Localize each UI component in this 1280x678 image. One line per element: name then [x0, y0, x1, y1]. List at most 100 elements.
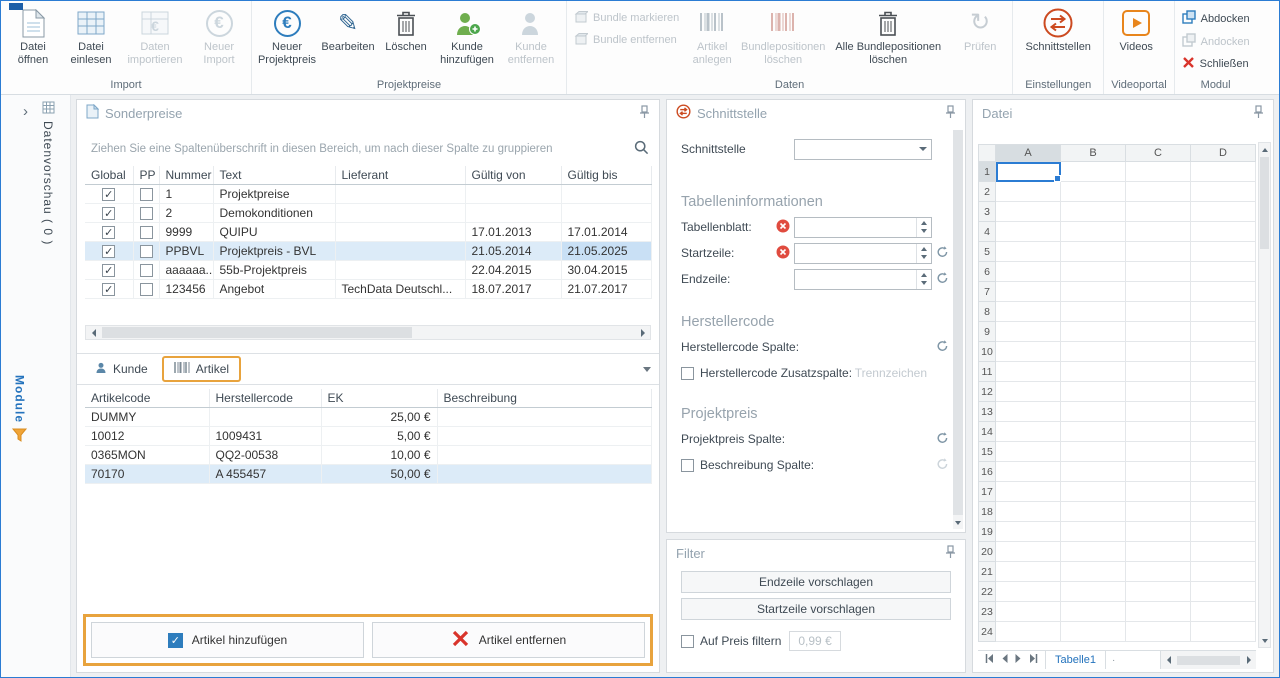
- sheet-cell-B10[interactable]: [1061, 342, 1126, 362]
- pp-checkbox[interactable]: [140, 264, 153, 277]
- sheet-cell-D24[interactable]: [1191, 622, 1256, 642]
- chevron-down-icon[interactable]: [643, 367, 651, 372]
- sheet-cell-D18[interactable]: [1191, 502, 1256, 522]
- sheet-cell-D23[interactable]: [1191, 602, 1256, 622]
- sheet-row-header-4[interactable]: 4: [978, 222, 996, 242]
- table-row-selected[interactable]: PPBVL Projektpreis - BVL 21.05.2014 21.0…: [85, 242, 651, 261]
- sheet-cell-C8[interactable]: [1126, 302, 1191, 322]
- scroll-down-icon[interactable]: [953, 517, 963, 529]
- sheet-horizontal-scrollbar[interactable]: [1160, 651, 1256, 669]
- sheet-cell-C14[interactable]: [1126, 422, 1191, 442]
- column-header-global[interactable]: Global: [85, 166, 133, 185]
- sheet-cell-D3[interactable]: [1191, 202, 1256, 222]
- tabellenblatt-spinner[interactable]: [794, 217, 932, 238]
- sheet-tab-menu-icon[interactable]: ·: [1106, 655, 1121, 666]
- sheet-cell-C12[interactable]: [1126, 382, 1191, 402]
- sheet-cell-D7[interactable]: [1191, 282, 1256, 302]
- refresh-icon[interactable]: [936, 431, 949, 447]
- search-icon[interactable]: [634, 140, 649, 158]
- scroll-left-icon[interactable]: [1161, 651, 1176, 669]
- read-file-button[interactable]: Datei einlesen: [62, 3, 120, 67]
- sheet-vertical-scrollbar[interactable]: [1258, 142, 1271, 648]
- sheet-cell-D15[interactable]: [1191, 442, 1256, 462]
- price-filter-value[interactable]: 0,99 €: [789, 631, 840, 651]
- sheet-cell-C4[interactable]: [1126, 222, 1191, 242]
- sheet-cell-A9[interactable]: [996, 322, 1061, 342]
- refresh-icon[interactable]: [936, 271, 949, 287]
- scroll-left-icon[interactable]: [86, 326, 101, 339]
- sheet-row-header-15[interactable]: 15: [978, 442, 996, 462]
- sheet-cell-B14[interactable]: [1061, 422, 1126, 442]
- sheet-row-header-19[interactable]: 19: [978, 522, 996, 542]
- sheet-row-header-13[interactable]: 13: [978, 402, 996, 422]
- sheet-cell-D14[interactable]: [1191, 422, 1256, 442]
- remove-article-button[interactable]: Artikel entfernen: [372, 622, 645, 658]
- add-customer-button[interactable]: Kunde hinzufügen: [435, 3, 499, 67]
- endzeile-spinner[interactable]: [794, 269, 932, 290]
- sheet-row-header-16[interactable]: 16: [978, 462, 996, 482]
- sheet-cell-C24[interactable]: [1126, 622, 1191, 642]
- column-header-lieferant[interactable]: Lieferant: [335, 166, 465, 185]
- sheet-cell-D22[interactable]: [1191, 582, 1256, 602]
- sheet-cell-B3[interactable]: [1061, 202, 1126, 222]
- check-button[interactable]: ↻ Prüfen: [951, 3, 1009, 54]
- sheet-cell-A8[interactable]: [996, 302, 1061, 322]
- table-row[interactable]: 123456 Angebot TechData Deutschl... 18.0…: [85, 280, 651, 299]
- delete-button[interactable]: Löschen: [377, 3, 435, 54]
- sheet-cell-B6[interactable]: [1061, 262, 1126, 282]
- sheet-row-header-8[interactable]: 8: [978, 302, 996, 322]
- global-checkbox[interactable]: [102, 264, 115, 277]
- column-header-gueltig-bis[interactable]: Gültig bis: [561, 166, 651, 185]
- sheet-column-header-D[interactable]: D: [1191, 144, 1256, 162]
- sheet-cell-B15[interactable]: [1061, 442, 1126, 462]
- delete-all-bundle-positions-button[interactable]: Alle Bundlepositionen löschen: [825, 3, 951, 67]
- next-sheet-icon[interactable]: [1015, 654, 1022, 666]
- sheet-cell-C10[interactable]: [1126, 342, 1191, 362]
- sheet-corner[interactable]: [978, 144, 996, 162]
- horizontal-scrollbar[interactable]: [85, 325, 651, 340]
- sheet-cell-B19[interactable]: [1061, 522, 1126, 542]
- videos-button[interactable]: Videos: [1107, 3, 1165, 54]
- sheet-cell-D2[interactable]: [1191, 182, 1256, 202]
- global-checkbox[interactable]: [102, 207, 115, 220]
- sheet-cell-A17[interactable]: [996, 482, 1061, 502]
- dock-button[interactable]: Andocken: [1182, 33, 1250, 50]
- sheet-cell-C9[interactable]: [1126, 322, 1191, 342]
- delete-bundle-positions-button[interactable]: Bundlepositionen löschen: [741, 3, 825, 67]
- create-article-button[interactable]: Artikel anlegen: [683, 3, 741, 67]
- column-header-nummer[interactable]: Nummer: [159, 166, 213, 185]
- scroll-right-icon[interactable]: [1241, 651, 1256, 669]
- sheet-row-header-12[interactable]: 12: [978, 382, 996, 402]
- close-module-button[interactable]: Schließen: [1182, 56, 1250, 72]
- vertical-scrollbar[interactable]: [953, 130, 963, 529]
- sheet-cell-B17[interactable]: [1061, 482, 1126, 502]
- sheet-cell-A15[interactable]: [996, 442, 1061, 462]
- global-checkbox[interactable]: [102, 188, 115, 201]
- table-row-selected[interactable]: 70170 A 455457 50,00 €: [85, 465, 651, 484]
- sheet-row-header-7[interactable]: 7: [978, 282, 996, 302]
- sheet-cell-B21[interactable]: [1061, 562, 1126, 582]
- table-row[interactable]: 9999 QUIPU 17.01.2013 17.01.2014: [85, 223, 651, 242]
- column-header-pp[interactable]: PP: [133, 166, 159, 185]
- sheet-cell-C3[interactable]: [1126, 202, 1191, 222]
- sheet-column-header-C[interactable]: C: [1126, 144, 1191, 162]
- remove-bundle-button[interactable]: Bundle entfernen: [574, 32, 679, 48]
- pin-icon[interactable]: [945, 105, 956, 122]
- sheet-cell-D4[interactable]: [1191, 222, 1256, 242]
- sheet-row-header-10[interactable]: 10: [978, 342, 996, 362]
- refresh-icon[interactable]: [936, 245, 949, 261]
- table-row[interactable]: 2 Demokonditionen: [85, 204, 651, 223]
- sheet-cell-C7[interactable]: [1126, 282, 1191, 302]
- sheet-cell-D12[interactable]: [1191, 382, 1256, 402]
- sheet-tab-tabelle1[interactable]: Tabelle1: [1045, 651, 1106, 669]
- first-sheet-icon[interactable]: [985, 654, 994, 666]
- scroll-right-icon[interactable]: [635, 326, 650, 339]
- sheet-cell-B23[interactable]: [1061, 602, 1126, 622]
- sheet-cell-B4[interactable]: [1061, 222, 1126, 242]
- sheet-cell-A13[interactable]: [996, 402, 1061, 422]
- sheet-row-header-5[interactable]: 5: [978, 242, 996, 262]
- sheet-row-header-17[interactable]: 17: [978, 482, 996, 502]
- refresh-icon[interactable]: [936, 339, 949, 355]
- beschreibung-checkbox[interactable]: [681, 459, 694, 472]
- suggest-endzeile-button[interactable]: Endzeile vorschlagen: [681, 571, 951, 593]
